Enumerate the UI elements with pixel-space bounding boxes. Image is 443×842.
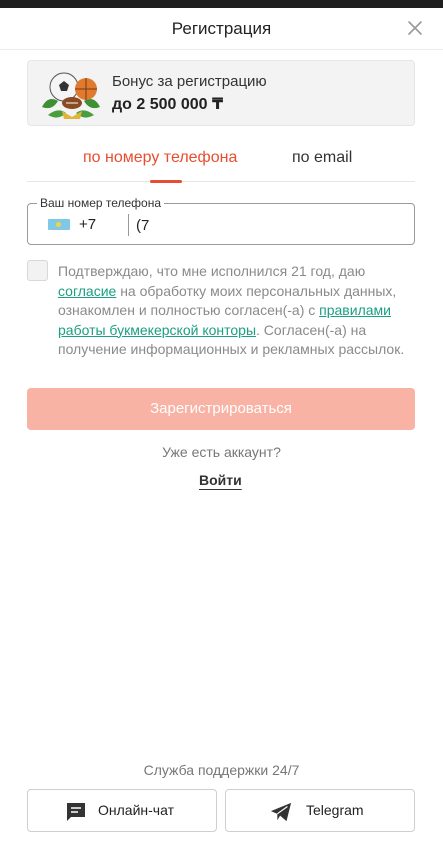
active-tab-indicator: [150, 180, 182, 183]
have-account-text: Уже есть аккаунт?: [162, 444, 281, 460]
phone-field[interactable]: Ваш номер телефона +7: [27, 196, 415, 245]
sports-balls-icon: [42, 72, 100, 119]
consent-text: Подтверждаю, что мне исполнился 21 год, …: [58, 262, 410, 360]
modal-header: Регистрация: [0, 8, 443, 50]
chat-icon: [67, 803, 85, 821]
support-title: Служба поддержки 24/7: [143, 762, 300, 778]
status-bar: [0, 0, 443, 8]
phone-input[interactable]: [136, 213, 406, 237]
registration-method-tabs: по номеру телефона по email: [27, 140, 415, 183]
field-divider: [128, 214, 129, 236]
consent-checkbox[interactable]: [27, 260, 48, 281]
telegram-label: Telegram: [306, 802, 364, 818]
consent-link[interactable]: согласие: [58, 283, 116, 299]
login-link[interactable]: Войти: [199, 472, 242, 488]
telegram-icon: [270, 802, 292, 822]
page-title: Регистрация: [171, 19, 272, 38]
phone-field-label: Ваш номер телефона: [37, 196, 165, 210]
online-chat-button[interactable]: Онлайн-чат: [27, 789, 217, 832]
close-icon[interactable]: [405, 18, 425, 38]
bonus-amount: до 2 500 000 ₸: [112, 96, 224, 113]
register-button[interactable]: Зарегистрироваться: [27, 388, 415, 430]
bonus-title: Бонус за регистрацию: [112, 73, 267, 90]
country-code[interactable]: +7: [79, 216, 96, 233]
telegram-button[interactable]: Telegram: [225, 789, 415, 832]
tab-email[interactable]: по email: [292, 149, 352, 167]
registration-bonus-banner: Бонус за регистрацию до 2 500 000 ₸: [27, 60, 415, 126]
consent-text-part: Подтверждаю, что мне исполнился 21 год, …: [58, 263, 366, 279]
online-chat-label: Онлайн-чат: [98, 802, 174, 818]
tab-phone[interactable]: по номеру телефона: [83, 149, 237, 167]
kazakhstan-flag-icon[interactable]: [48, 219, 70, 230]
